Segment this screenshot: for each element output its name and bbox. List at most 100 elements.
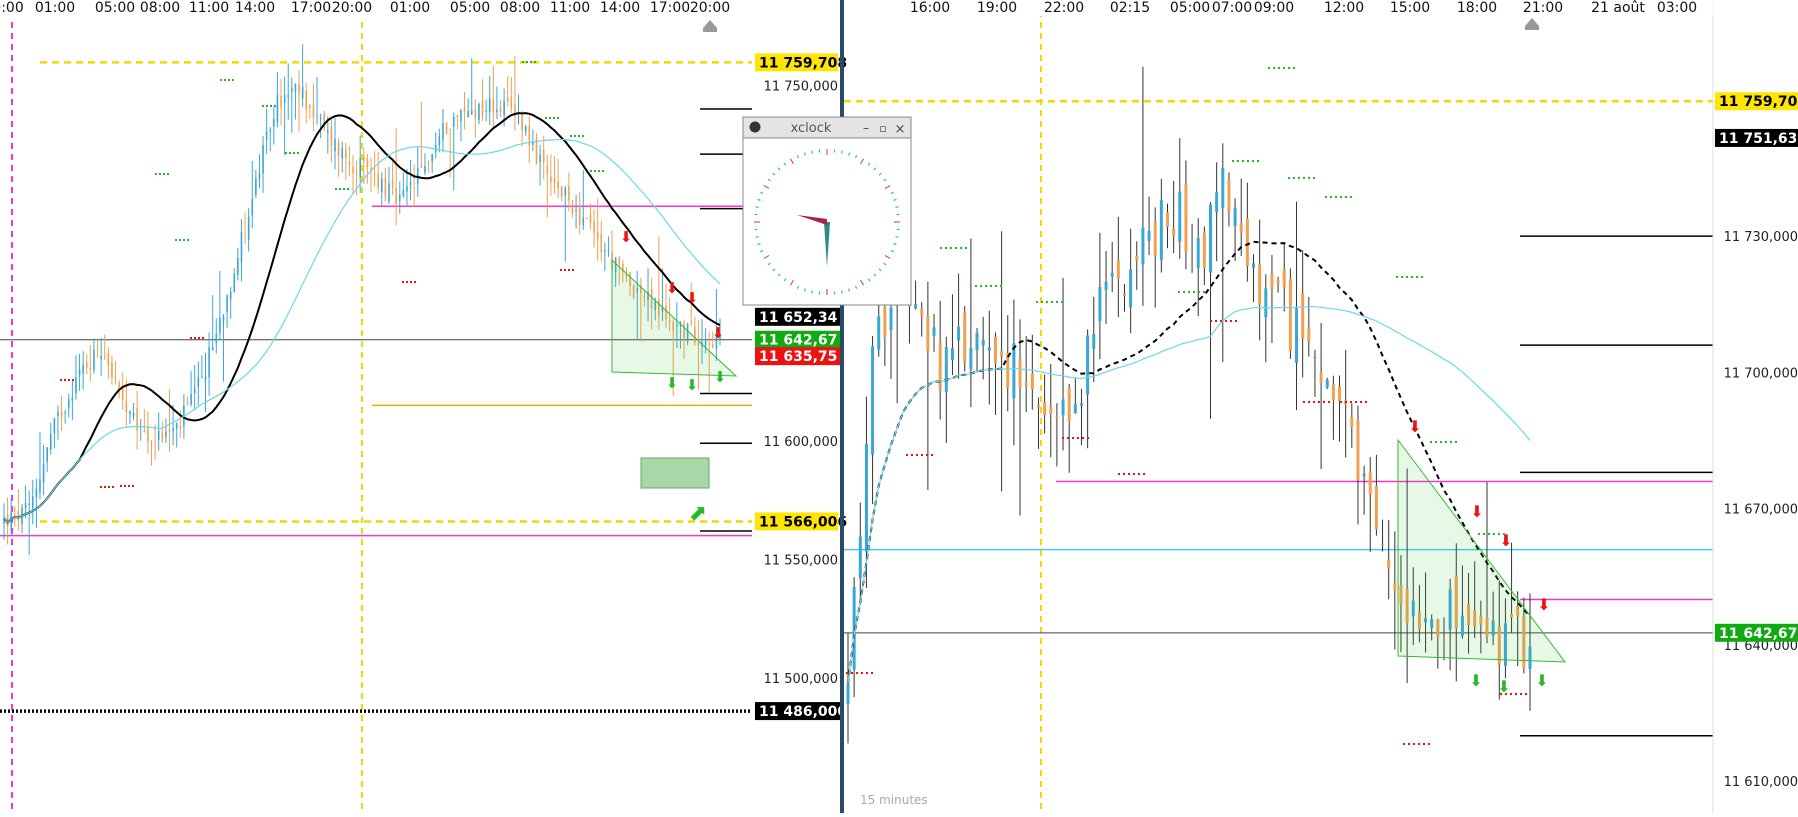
minimize-button[interactable]: – — [863, 121, 869, 135]
candle — [1019, 359, 1022, 388]
candle — [136, 408, 138, 431]
candle — [1000, 351, 1003, 357]
candle — [388, 183, 390, 201]
sell-arrow: ⬇ — [1470, 502, 1483, 521]
candle — [424, 166, 426, 173]
candle — [957, 327, 960, 341]
candle — [1135, 256, 1138, 261]
candle — [359, 158, 361, 177]
time-tick-label: 22:00 — [1044, 0, 1084, 16]
candle — [1012, 343, 1015, 398]
candle — [43, 464, 45, 483]
time-tick-label: 08:00 — [500, 0, 540, 16]
candle — [546, 167, 548, 175]
candle — [377, 173, 379, 187]
time-tick-label: 21:00 — [1523, 0, 1563, 16]
candle — [374, 174, 376, 175]
candle — [572, 205, 574, 213]
candle — [1313, 357, 1316, 358]
time-tick-label: 19:00 — [977, 0, 1017, 16]
candle — [1160, 200, 1163, 260]
candle — [320, 118, 322, 119]
candle — [1025, 383, 1028, 386]
candle — [230, 292, 232, 300]
candle — [331, 126, 333, 146]
candle — [302, 87, 304, 99]
candle — [352, 167, 354, 174]
time-tick-label: 18:00 — [1457, 0, 1497, 16]
price-tick-label: 11 610,000 — [1724, 775, 1798, 790]
candle — [467, 111, 469, 117]
candle — [586, 218, 588, 219]
candle — [381, 179, 383, 193]
candle — [273, 119, 275, 127]
candle — [244, 234, 246, 235]
candle — [1062, 399, 1065, 415]
time-tick-label: 03:00 — [1657, 0, 1697, 16]
candle — [269, 130, 271, 132]
candle — [1221, 168, 1224, 208]
price-tag-label: 11 751,63 — [1719, 131, 1797, 147]
price-tick-label: 11 730,000 — [1724, 230, 1798, 245]
candle — [493, 99, 495, 113]
candle — [327, 130, 329, 133]
close-button[interactable]: × — [895, 122, 906, 137]
candle — [241, 232, 243, 263]
candle — [590, 215, 592, 222]
buy-arrow: ⬇ — [1497, 677, 1510, 696]
candle — [431, 154, 433, 161]
candle — [525, 126, 527, 131]
candle — [608, 250, 610, 251]
candle — [712, 344, 714, 347]
buy-arrow: ⬇ — [666, 374, 679, 392]
candle — [945, 347, 948, 392]
candle — [403, 189, 405, 195]
price-tag-label: 11 759,708 — [1719, 94, 1798, 110]
candle — [1234, 208, 1237, 226]
time-tick-label: 07:00 — [1212, 0, 1252, 16]
xclock-title: xclock — [791, 121, 832, 136]
xclock-app-icon — [750, 122, 761, 133]
candle — [618, 258, 620, 263]
candle — [201, 377, 203, 378]
maximize-button[interactable]: ▫ — [879, 122, 886, 135]
candle — [871, 346, 874, 455]
candle — [277, 95, 279, 122]
chart-canvas[interactable]: ⬇⬇⬇⬇⬇⬇⬇⬈ 11 750,00011 600,00011 550,0001… — [0, 0, 1798, 813]
clock-tick — [842, 151, 843, 154]
time-tick-label: 14:00 — [235, 0, 275, 16]
candle — [582, 217, 584, 225]
candle — [1148, 231, 1151, 241]
candle — [1043, 402, 1046, 415]
xclock-window[interactable]: xclock – ▫ × — [743, 117, 911, 305]
candle — [349, 162, 351, 164]
candle — [154, 443, 156, 444]
candle — [90, 368, 92, 369]
price-tag-label: 11 566,006 — [759, 514, 847, 530]
time-tick-label: 09:00 — [1254, 0, 1294, 16]
candle — [194, 388, 196, 393]
candle — [457, 116, 459, 118]
clock-tick — [756, 207, 759, 208]
time-tick-label: 05:00 — [95, 0, 135, 16]
candle — [475, 109, 477, 117]
candle — [1246, 219, 1249, 266]
candle — [82, 365, 84, 374]
sell-arrow: ⬇ — [1408, 417, 1421, 436]
candle — [68, 399, 70, 408]
candle — [705, 341, 707, 346]
price-tag-label: 11 642,67 — [1719, 626, 1797, 642]
candle — [75, 377, 77, 394]
candle — [890, 308, 893, 330]
candle — [115, 377, 117, 378]
candle — [197, 378, 199, 387]
price-tag-label: 11 652,34 — [759, 310, 838, 326]
candle — [259, 173, 261, 178]
candle — [215, 334, 217, 343]
candle — [511, 97, 513, 108]
candle — [503, 101, 505, 116]
candle — [1258, 265, 1261, 305]
sell-arrow: ⬇ — [620, 228, 633, 246]
candle — [158, 431, 160, 440]
candle — [1154, 223, 1157, 256]
